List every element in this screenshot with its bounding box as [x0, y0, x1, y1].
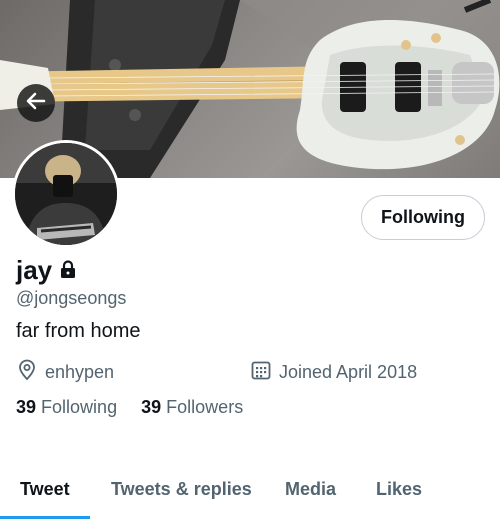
- arrow-left-icon: [25, 90, 47, 117]
- profile-location: enhypen: [16, 359, 114, 386]
- following-count: 39: [16, 397, 37, 417]
- avatar[interactable]: [12, 140, 120, 248]
- profile-handle: @jongseongs: [16, 288, 127, 308]
- profile-bio: far from home: [16, 320, 141, 342]
- followers-count: 39: [141, 397, 162, 417]
- following-label: Following: [41, 397, 118, 417]
- joined-text: Joined April 2018: [279, 362, 418, 382]
- follow-counts: 39 Following 39 Followers: [16, 397, 243, 418]
- back-button[interactable]: [17, 84, 55, 122]
- calendar-icon: [250, 359, 279, 386]
- followers-count-link[interactable]: 39 Followers: [141, 397, 243, 417]
- profile-tabs: Tweet Tweets & replies Media Likes: [0, 470, 500, 519]
- tab-likes[interactable]: Likes: [376, 479, 422, 500]
- followers-label: Followers: [166, 397, 244, 417]
- profile-joined-date: Joined April 2018: [250, 359, 417, 386]
- following-button[interactable]: Following: [361, 195, 485, 240]
- profile-name-row: jay: [16, 255, 78, 285]
- following-count-link[interactable]: 39 Following: [16, 397, 122, 417]
- avatar-image: [15, 143, 117, 245]
- tab-tweets-replies[interactable]: Tweets & replies: [111, 479, 252, 500]
- tab-tweet[interactable]: Tweet: [20, 479, 70, 500]
- location-text: enhypen: [45, 362, 115, 382]
- lock-icon: [58, 259, 78, 284]
- tab-media[interactable]: Media: [285, 479, 336, 500]
- location-pin-icon: [16, 359, 45, 386]
- profile-name: jay: [16, 255, 53, 285]
